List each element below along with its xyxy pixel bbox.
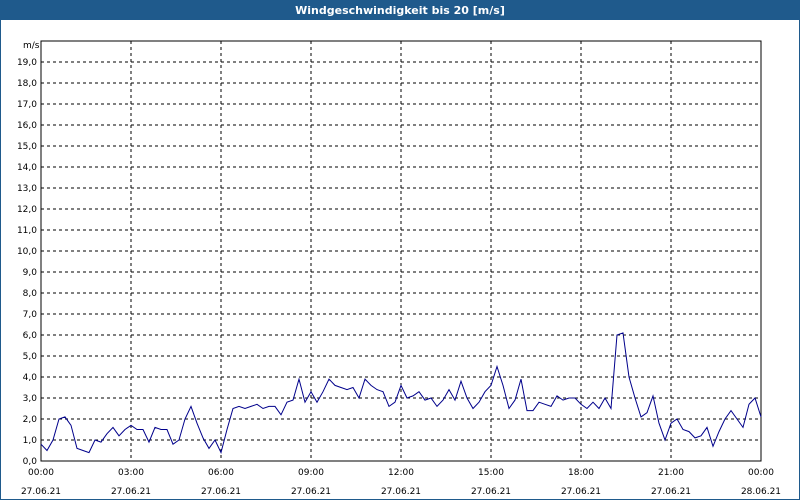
y-tick-label: 5,0 <box>23 352 38 362</box>
x-tick-date: 27.06.21 <box>201 487 241 497</box>
x-tick-date: 28.06.21 <box>741 487 781 497</box>
x-tick-time: 09:00 <box>298 468 324 478</box>
y-tick-label: 10,0 <box>17 247 37 257</box>
y-tick-label: 6,0 <box>23 331 38 341</box>
x-tick-date: 27.06.21 <box>291 487 331 497</box>
x-tick-time: 00:00 <box>748 468 774 478</box>
x-tick-time: 12:00 <box>388 468 414 478</box>
x-tick-time: 06:00 <box>208 468 234 478</box>
y-tick-label: 14,0 <box>17 163 37 173</box>
y-tick-label: 16,0 <box>17 121 37 131</box>
x-tick-date: 27.06.21 <box>381 487 421 497</box>
y-tick-label: 12,0 <box>17 205 37 215</box>
x-tick-time: 00:00 <box>28 468 54 478</box>
y-tick-label: 7,0 <box>23 310 38 320</box>
x-tick-time: 03:00 <box>118 468 144 478</box>
x-axis-ticks: 00:00 27.06.21 03:00 27.06.21 06:00 27.06.21 0… <box>21 468 781 497</box>
y-tick-label: 15,0 <box>17 142 37 152</box>
y-axis-label: m/s <box>23 41 40 51</box>
y-tick-label: 18,0 <box>17 79 37 89</box>
x-tick-time: 18:00 <box>568 468 594 478</box>
y-tick-label: 8,0 <box>23 289 38 299</box>
y-tick-label: 4,0 <box>23 373 38 383</box>
y-tick-label: 0,0 <box>23 457 38 467</box>
y-tick-label: 13,0 <box>17 184 37 194</box>
x-tick-date: 27.06.21 <box>561 487 601 497</box>
y-tick-label: 19,0 <box>17 58 37 68</box>
x-tick-time: 21:00 <box>658 468 684 478</box>
y-tick-label: 17,0 <box>17 100 37 110</box>
chart-window: Windgeschwindigkeit bis 20 [m/s] 0,0 1,0 2… <box>0 0 800 500</box>
x-tick-date: 27.06.21 <box>651 487 691 497</box>
y-tick-label: 2,0 <box>23 415 38 425</box>
chart-area: 0,0 1,0 2,0 3,0 4,0 5,0 6,0 7,0 8,0 9,0 10,0 11,0 12… <box>17 40 781 497</box>
x-tick-time: 15:00 <box>478 468 504 478</box>
x-tick-date: 27.06.21 <box>21 487 61 497</box>
x-tick-date: 27.06.21 <box>111 487 151 497</box>
y-tick-label: 9,0 <box>23 268 38 278</box>
window-title: Windgeschwindigkeit bis 20 [m/s] <box>1 1 799 20</box>
y-axis-ticks: 0,0 1,0 2,0 3,0 4,0 5,0 6,0 7,0 8,0 9,0 10,0 11,0 12… <box>17 58 37 467</box>
y-tick-label: 1,0 <box>23 436 38 446</box>
y-tick-label: 3,0 <box>23 394 38 404</box>
y-tick-label: 11,0 <box>17 226 37 236</box>
x-tick-date: 27.06.21 <box>471 487 511 497</box>
